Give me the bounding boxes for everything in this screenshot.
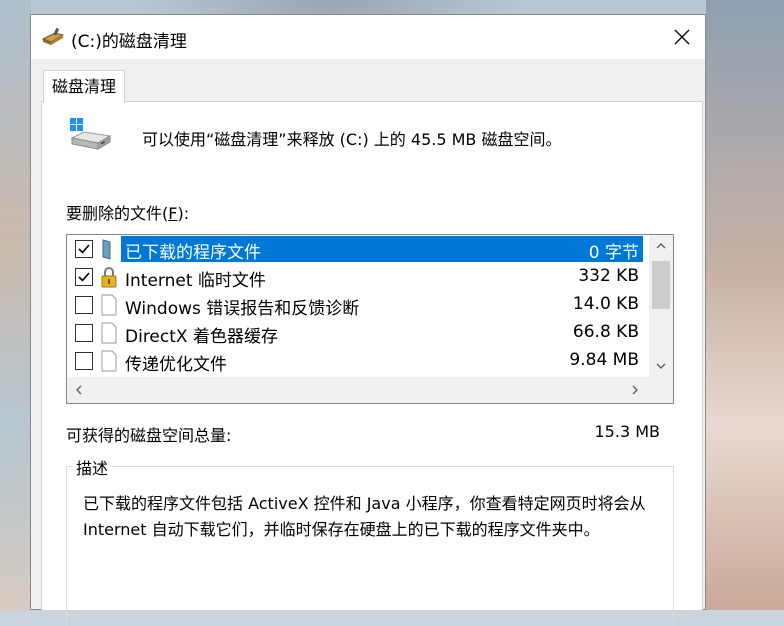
files-list[interactable]: 已下载的程序文件 0 字节 Internet 临时文件 332 KB Windo… <box>66 234 674 404</box>
description-group: 描述 已下载的程序文件包括 ActiveX 控件和 Java 小程序，你查看特定… <box>66 455 674 626</box>
item-checkbox[interactable] <box>75 352 93 370</box>
item-name: 传递优化文件 <box>125 355 227 375</box>
folder-icon <box>100 238 118 260</box>
window-title: (C:)的磁盘清理 <box>71 32 187 52</box>
list-item[interactable]: 已下载的程序文件 0 字节 <box>67 235 647 263</box>
list-item[interactable]: Internet 临时文件 332 KB <box>67 263 647 291</box>
total-space-value: 15.3 MB <box>594 422 661 441</box>
vertical-scroll-thumb[interactable] <box>652 261 670 309</box>
files-to-delete-label: 要删除的文件(F): <box>66 200 189 224</box>
item-name: Internet 临时文件 <box>125 271 266 291</box>
checkmark-icon <box>78 272 90 282</box>
files-label-pre: 要删除的文件( <box>66 204 169 223</box>
reclaimable-space-summary: 可以使用“磁盘清理”来释放 (C:) 上的 45.5 MB 磁盘空间。 <box>142 130 562 149</box>
item-name: 已下载的程序文件 <box>125 243 261 263</box>
list-item[interactable]: DirectX 着色器缓存 66.8 KB <box>67 319 647 347</box>
total-space-label: 可获得的磁盘空间总量: <box>66 426 232 445</box>
blank-file-icon <box>100 350 118 372</box>
list-item[interactable]: 传递优化文件 9.84 MB <box>67 347 647 375</box>
item-checkbox[interactable] <box>75 296 93 314</box>
chevron-left-icon <box>76 385 82 395</box>
vertical-scrollbar[interactable] <box>649 235 673 377</box>
chevron-right-icon <box>632 385 638 395</box>
drive-icon <box>68 116 112 152</box>
disk-cleanup-app-icon <box>41 27 65 47</box>
item-name: DirectX 着色器缓存 <box>125 327 278 347</box>
close-button[interactable] <box>659 15 705 59</box>
list-item[interactable]: Windows 错误报告和反馈诊断 14.0 KB <box>67 291 647 319</box>
item-checkbox[interactable] <box>75 240 93 258</box>
item-size: 332 KB <box>578 266 639 286</box>
title-bar[interactable]: (C:)的磁盘清理 <box>31 15 705 59</box>
item-checkbox[interactable] <box>75 324 93 342</box>
close-icon <box>674 29 690 45</box>
horizontal-scrollbar[interactable] <box>67 377 673 403</box>
checkmark-icon <box>78 244 90 254</box>
scroll-down-button[interactable] <box>649 355 673 377</box>
item-size: 9.84 MB <box>569 350 639 370</box>
scroll-right-button[interactable] <box>623 377 647 403</box>
description-text: 已下载的程序文件包括 ActiveX 控件和 Java 小程序，你查看特定网页时… <box>83 494 646 539</box>
chevron-up-icon <box>656 243 666 249</box>
description-legend: 描述 <box>73 455 112 479</box>
tab-panel: 可以使用“磁盘清理”来释放 (C:) 上的 45.5 MB 磁盘空间。 要删除的… <box>41 101 703 626</box>
scroll-up-button[interactable] <box>649 235 673 257</box>
lock-icon <box>100 266 118 288</box>
item-name: Windows 错误报告和反馈诊断 <box>125 299 360 319</box>
item-size: 66.8 KB <box>572 322 639 342</box>
wallpaper-left-strip <box>0 0 31 610</box>
scrollbar-corner <box>649 377 673 403</box>
item-checkbox[interactable] <box>75 268 93 286</box>
disk-cleanup-window: (C:)的磁盘清理 磁盘清理 可以使用“磁盘清理”来释放 (C:) 上的 45.… <box>30 14 706 626</box>
tab-disk-cleanup[interactable]: 磁盘清理 <box>43 70 126 103</box>
item-size: 0 字节 <box>588 243 639 263</box>
files-label-post: ): <box>177 204 190 223</box>
chevron-down-icon <box>656 363 666 369</box>
wallpaper-right-strip <box>706 0 784 610</box>
files-list-rows: 已下载的程序文件 0 字节 Internet 临时文件 332 KB Windo… <box>67 235 647 377</box>
blank-file-icon <box>100 294 118 316</box>
item-size: 14.0 KB <box>572 294 639 314</box>
scroll-left-button[interactable] <box>67 377 91 403</box>
blank-file-icon <box>100 322 118 344</box>
